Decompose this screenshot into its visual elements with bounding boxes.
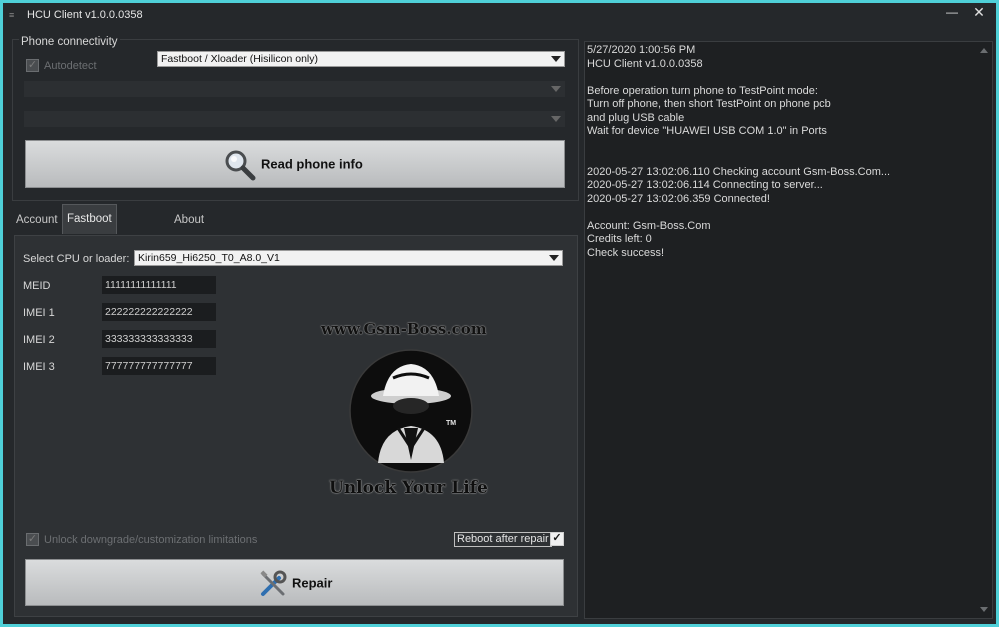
- autodetect-label: Autodetect: [44, 60, 97, 72]
- tab-about[interactable]: About: [170, 206, 208, 234]
- cpu-loader-value: Kirin659_Hi6250_T0_A8.0_V1: [138, 252, 280, 264]
- watermark-url: www.Gsm-Boss.com: [321, 320, 487, 338]
- imei3-field[interactable]: 777777777777777: [102, 357, 216, 375]
- meid-field[interactable]: 11111111111111: [102, 276, 216, 294]
- unlock-limitations-checkbox[interactable]: ✓: [26, 533, 39, 546]
- chevron-down-icon: [551, 86, 561, 92]
- phone-connectivity-group: Phone connectivity ✓ Autodetect Fastboot…: [12, 36, 579, 201]
- log-line: 2020-05-27 13:02:06.110 Checking account…: [587, 165, 891, 178]
- log-line: Turn off phone, then short TestPoint on …: [587, 98, 831, 110]
- log-line: and plug USB cable: [587, 111, 685, 124]
- tools-icon: [260, 570, 287, 596]
- chevron-down-icon: [551, 56, 561, 62]
- watermark-slogan: Unlock Your Life: [329, 478, 488, 498]
- log-panel[interactable]: 5/27/2020 1:00:56 PM HCU Client v1.0.0.0…: [584, 41, 993, 619]
- window-title: HCU Client v1.0.0.0358: [27, 9, 143, 21]
- chevron-down-icon: [551, 116, 561, 122]
- log-line: 2020-05-27 13:02:06.359 Connected!: [587, 192, 770, 205]
- tab-account[interactable]: Account: [12, 206, 62, 234]
- imei1-label: IMEI 1: [23, 307, 55, 319]
- chevron-down-icon: [549, 255, 559, 261]
- log-line: 5/27/2020 1:00:56 PM: [587, 44, 696, 56]
- minimize-button[interactable]: —: [941, 5, 963, 21]
- log-line: Account: Gsm-Boss.Com: [587, 219, 711, 232]
- log-line: Check success!: [587, 246, 665, 259]
- log-line: Credits left: 0: [587, 233, 652, 245]
- mode-select-value: Fastboot / Xloader (Hisilicon only): [161, 53, 318, 65]
- imei2-field[interactable]: 333333333333333: [102, 330, 216, 348]
- trademark-symbol: TM: [446, 420, 457, 427]
- reboot-after-repair-checkbox[interactable]: ✓: [550, 532, 564, 546]
- log-line: Before operation turn phone to TestPoint…: [587, 84, 818, 97]
- autodetect-checkbox[interactable]: ✓: [26, 59, 39, 72]
- title-bar: ≡ HCU Client v1.0.0.0358 — ✕: [3, 3, 996, 27]
- log-line: Wait for device "HUAWEI USB COM 1.0" in …: [587, 125, 827, 137]
- scroll-up-arrow-icon[interactable]: [980, 48, 988, 53]
- meid-label: MEID: [23, 280, 51, 292]
- mode-select[interactable]: Fastboot / Xloader (Hisilicon only): [157, 51, 565, 67]
- cpu-loader-label: Select CPU or loader:: [23, 253, 130, 265]
- magnifier-icon: [225, 150, 256, 181]
- gsm-boss-watermark: www.Gsm-Boss.com TM Unlock Your Life: [319, 320, 509, 500]
- read-phone-info-button[interactable]: Read phone info: [25, 140, 565, 188]
- app-menu-icon[interactable]: ≡: [9, 10, 19, 20]
- port-select-2[interactable]: [24, 111, 565, 127]
- read-phone-info-label: Read phone info: [261, 156, 363, 172]
- imei3-label: IMEI 3: [23, 361, 55, 373]
- hat-man-logo: [349, 349, 473, 473]
- phone-connectivity-label: Phone connectivity: [19, 36, 120, 48]
- cpu-loader-select[interactable]: Kirin659_Hi6250_T0_A8.0_V1: [134, 250, 563, 266]
- app-window: ≡ HCU Client v1.0.0.0358 — ✕ Phone conne…: [0, 0, 999, 627]
- unlock-limitations-label: Unlock downgrade/customization limitatio…: [44, 534, 258, 546]
- log-line: 2020-05-27 13:02:06.114 Connecting to se…: [587, 179, 823, 191]
- fastboot-panel: Select CPU or loader: Kirin659_Hi6250_T0…: [14, 235, 578, 617]
- reboot-after-repair-label: Reboot after repair: [454, 532, 552, 547]
- repair-button[interactable]: Repair: [25, 559, 564, 606]
- tab-fastboot-xloader[interactable]: Fastboot / Xloader: [62, 204, 117, 281]
- scroll-down-arrow-icon[interactable]: [980, 607, 988, 612]
- close-button[interactable]: ✕: [968, 5, 990, 21]
- port-select-1[interactable]: [24, 81, 565, 97]
- log-line: HCU Client v1.0.0.0358: [587, 57, 703, 70]
- imei2-label: IMEI 2: [23, 334, 55, 346]
- imei1-field[interactable]: 222222222222222: [102, 303, 216, 321]
- repair-label: Repair: [292, 575, 333, 590]
